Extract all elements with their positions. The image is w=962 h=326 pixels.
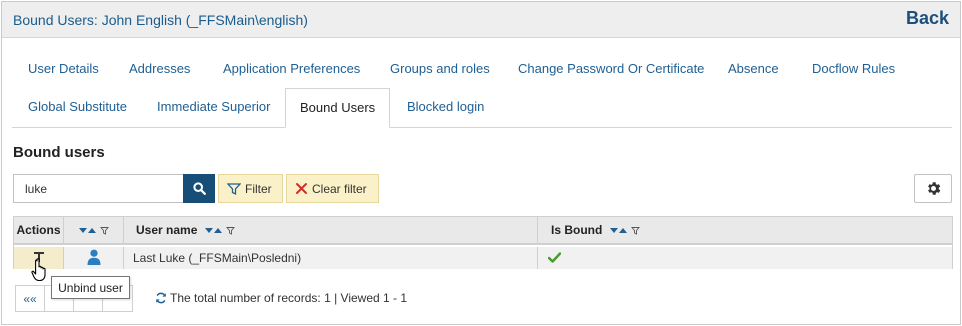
row-type-cell: [64, 247, 124, 269]
search-icon: [192, 182, 206, 195]
first-page-button[interactable]: ««: [16, 286, 45, 311]
panel-header: Bound Users: John English (_FFSMain\engl…: [2, 2, 960, 38]
tab-application-preferences[interactable]: Application Preferences: [223, 61, 360, 76]
filter-button[interactable]: Filter: [218, 174, 283, 203]
clear-filter-label: Clear filter: [312, 181, 367, 196]
hand-cursor-icon: [31, 258, 46, 282]
column-header-is-bound[interactable]: Is Bound: [538, 217, 952, 243]
user-icon: [87, 249, 101, 268]
sort-icon[interactable]: [610, 226, 641, 235]
tab-bound-users[interactable]: Bound Users: [285, 88, 391, 128]
unbind-tooltip: Unbind user: [51, 276, 130, 299]
grid-header: Actions User name Is Bound: [14, 217, 952, 245]
filter-label: Filter: [245, 181, 272, 196]
tab-change-password[interactable]: Change Password Or Certificate: [518, 61, 704, 76]
tab-addresses[interactable]: Addresses: [129, 61, 190, 76]
bound-users-panel: Bound Users: John English (_FFSMain\engl…: [1, 1, 961, 325]
table-row[interactable]: Last Luke (_FFSMain\Posledni): [14, 247, 952, 269]
sort-icon[interactable]: [205, 226, 236, 235]
tab-user-details[interactable]: User Details: [28, 61, 99, 76]
records-text: The total number of records: 1 | Viewed …: [170, 291, 408, 305]
column-header-user-name[interactable]: User name: [124, 217, 538, 243]
tab-global-substitute[interactable]: Global Substitute: [28, 99, 127, 114]
search-input[interactable]: [13, 174, 183, 203]
tab-groups-and-roles[interactable]: Groups and roles: [390, 61, 490, 76]
row-user-name-cell: Last Luke (_FFSMain\Posledni): [124, 247, 538, 269]
grid-settings-button[interactable]: [914, 174, 952, 203]
records-summary: The total number of records: 1 | Viewed …: [155, 291, 407, 305]
row-is-bound-cell: [538, 247, 952, 269]
back-link[interactable]: Back: [906, 8, 949, 29]
funnel-icon: [227, 182, 241, 196]
column-header-type[interactable]: [64, 217, 124, 243]
section-title: Bound users: [13, 144, 105, 161]
refresh-icon[interactable]: [155, 292, 167, 304]
tab-docflow-rules[interactable]: Docflow Rules: [812, 61, 895, 76]
user-name: Last Luke (_FFSMain\Posledni): [133, 251, 302, 265]
search-button[interactable]: [183, 174, 215, 203]
column-header-actions: Actions: [14, 217, 64, 243]
page-title: Bound Users: John English (_FFSMain\engl…: [13, 12, 308, 28]
clear-filter-button[interactable]: Clear filter: [286, 174, 379, 203]
close-icon: [295, 182, 308, 195]
tab-absence[interactable]: Absence: [728, 61, 779, 76]
tab-blocked-login[interactable]: Blocked login: [407, 99, 484, 114]
bound-users-grid: Actions User name Is Bound Last Luke (_F…: [13, 216, 953, 269]
sort-icon[interactable]: [78, 226, 109, 235]
gear-icon: [927, 182, 940, 195]
check-icon: [547, 251, 562, 266]
tab-bar: User Details Addresses Application Prefe…: [12, 50, 952, 128]
tab-immediate-superior[interactable]: Immediate Superior: [157, 99, 270, 114]
